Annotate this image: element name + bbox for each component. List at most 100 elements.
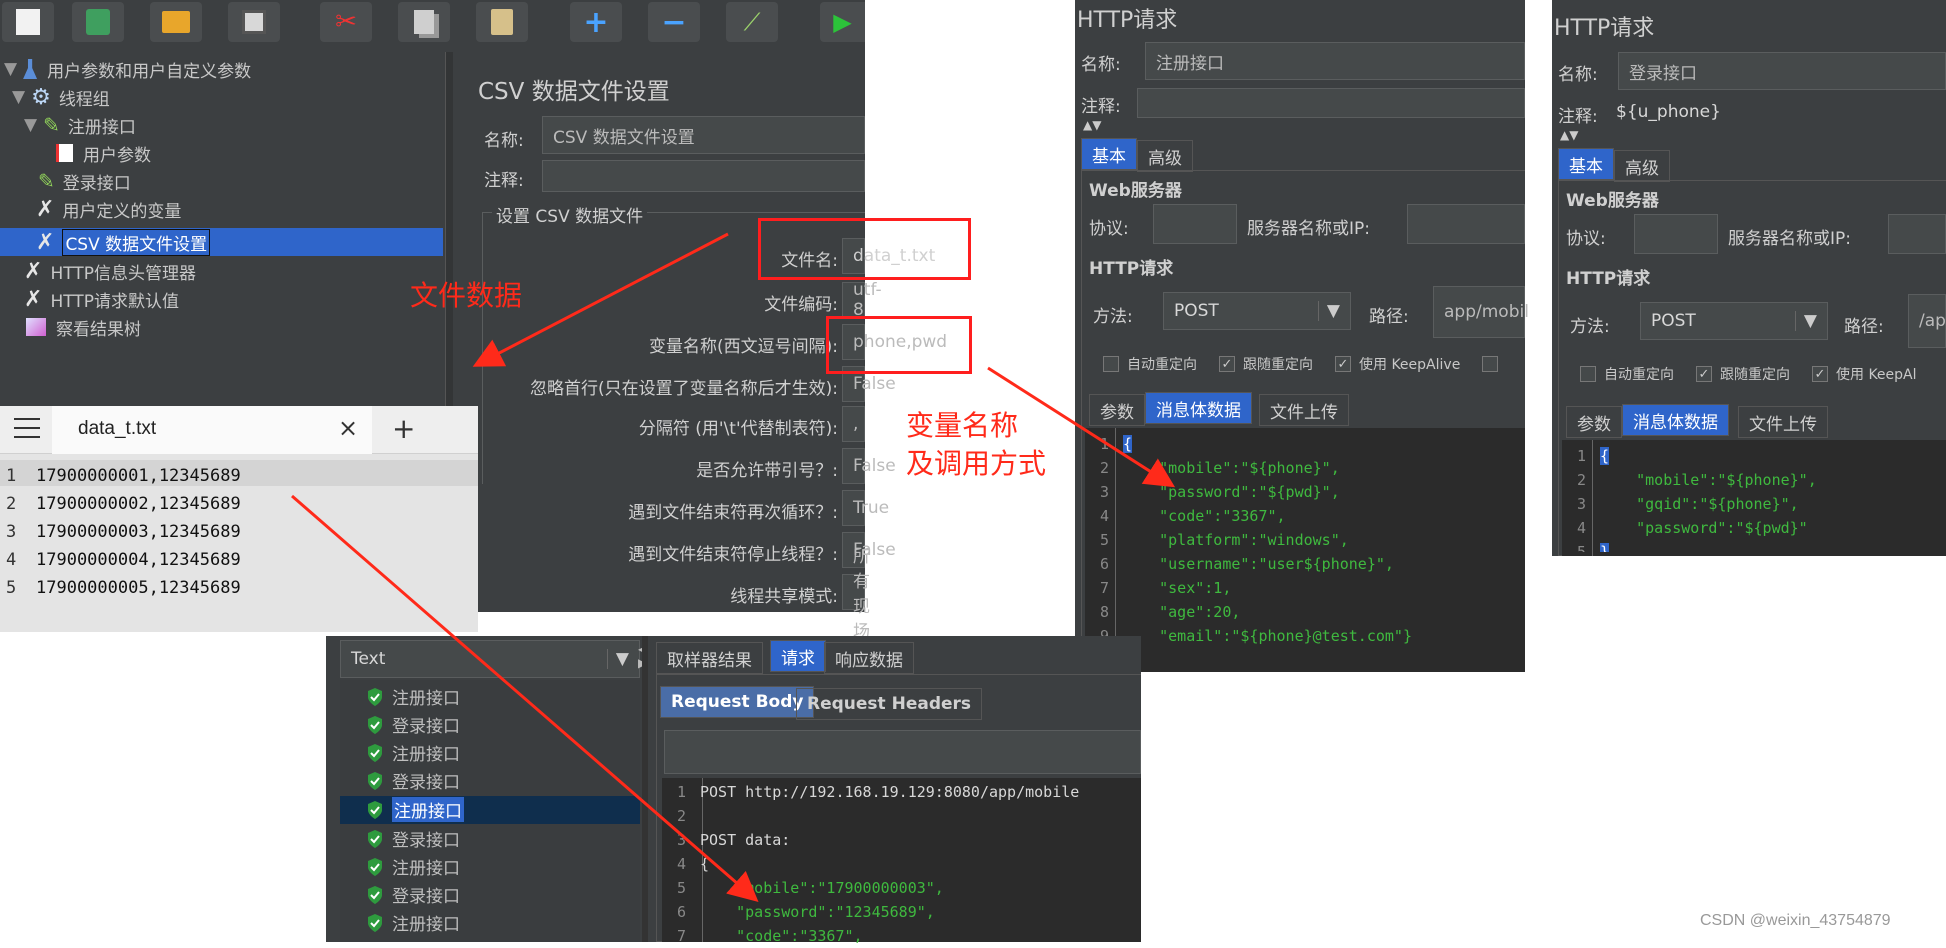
start-icon[interactable]: ▶ xyxy=(820,2,865,42)
result-item-selected[interactable]: 注册接口 xyxy=(366,797,464,822)
tab-request[interactable]: 请求 xyxy=(770,640,826,672)
collapse-arrows-icon[interactable]: ▲▼ xyxy=(1083,118,1101,132)
tree-item-csv[interactable]: ✗ CSV 数据文件设置 xyxy=(36,228,211,256)
tree-item-thread-group[interactable]: ▼ ⚙ 线程组 xyxy=(12,84,110,110)
result-item[interactable]: 登录接口 xyxy=(366,882,460,907)
quoted-field[interactable]: False xyxy=(842,448,896,484)
register-comment-field[interactable] xyxy=(1137,88,1525,118)
check-shield-icon xyxy=(366,885,384,905)
follow-redirect-checkbox[interactable]: ✓ xyxy=(1696,366,1712,382)
new-tab-icon[interactable]: + xyxy=(392,412,415,445)
collapse-arrows-icon[interactable]: ▲▼ xyxy=(1560,128,1578,142)
tree-item-user-vars[interactable]: ✗ 用户定义的变量 xyxy=(36,196,181,222)
sharing-field[interactable]: 所有现场 xyxy=(842,547,870,642)
toggle-icon[interactable]: ⟋ xyxy=(726,2,778,42)
login-tab-basic[interactable]: 基本 xyxy=(1558,148,1614,180)
row-label-varnames: 变量名称(西文逗号间隔): xyxy=(649,337,838,357)
register-body-tab-files[interactable]: 文件上传 xyxy=(1259,394,1349,426)
multipart-checkbox[interactable] xyxy=(1482,356,1499,372)
tree-item-test-plan[interactable]: ▼ 用户参数和用户自定义参数 xyxy=(4,56,251,82)
http-register-panel: HTTP请求 名称: 注册接口 注释: ▲▼ 基本 高级 Web服务器 协议: … xyxy=(1075,0,1529,672)
login-protocol-label: 协议: xyxy=(1566,229,1606,249)
keepalive-checkbox[interactable]: ✓ xyxy=(1335,356,1351,372)
register-server-label: 服务器名称或IP: xyxy=(1247,219,1370,239)
register-name-field[interactable]: 注册接口 xyxy=(1145,42,1525,80)
result-item[interactable]: 注册接口 xyxy=(366,740,460,765)
register-checks: 自动重定向 ✓ 跟随重定向 ✓ 使用 KeepAlive xyxy=(1103,354,1499,374)
expand-icon[interactable]: + xyxy=(570,2,622,42)
login-path-field[interactable]: /ap xyxy=(1908,294,1946,348)
new-icon[interactable] xyxy=(2,2,54,42)
results-divider[interactable] xyxy=(642,636,648,942)
check-shield-icon xyxy=(366,743,384,763)
templates-icon[interactable] xyxy=(72,2,124,42)
name-label: 名称: xyxy=(484,131,524,151)
login-method-select[interactable]: POST ▼ xyxy=(1640,302,1828,340)
subtab-request-body[interactable]: Request Body xyxy=(660,686,815,718)
login-body-tab-body[interactable]: 消息体数据 xyxy=(1622,404,1729,436)
cut-icon[interactable]: ✂ xyxy=(320,2,372,42)
comment-field[interactable] xyxy=(542,160,865,192)
keepalive-checkbox[interactable]: ✓ xyxy=(1812,366,1828,382)
subtab-request-headers[interactable]: Request Headers xyxy=(796,688,983,720)
delimiter-field[interactable]: , xyxy=(842,406,865,442)
auto-redirect-checkbox[interactable] xyxy=(1103,356,1119,372)
auto-redirect-checkbox[interactable] xyxy=(1580,366,1596,382)
save-icon[interactable] xyxy=(228,2,280,42)
login-name-field[interactable]: 登录接口 xyxy=(1618,52,1946,90)
row-label-recycle: 遇到文件结束符再次循环？: xyxy=(628,503,838,523)
row-label-delimiter: 分隔符 (用'\t'代替制表符): xyxy=(638,419,838,439)
login-server-field[interactable] xyxy=(1888,214,1946,254)
tree-item-header-manager[interactable]: ✗ HTTP信息头管理器 xyxy=(24,258,196,284)
open-icon[interactable] xyxy=(150,2,202,42)
request-search-bar[interactable] xyxy=(664,730,1141,774)
result-item[interactable]: 登录接口 xyxy=(366,826,460,851)
login-method-label: 方法: xyxy=(1570,317,1610,337)
register-protocol-field[interactable] xyxy=(1153,204,1237,244)
result-item[interactable]: 登录接口 xyxy=(366,712,460,737)
follow-redirect-checkbox[interactable]: ✓ xyxy=(1219,356,1235,372)
menu-icon[interactable] xyxy=(14,418,40,438)
tree-item-results-tree[interactable]: 察看结果树 xyxy=(26,314,141,340)
result-item[interactable]: 注册接口 xyxy=(366,684,460,709)
row-label-sharing: 线程共享模式: xyxy=(730,587,838,607)
name-field[interactable]: CSV 数据文件设置 xyxy=(542,116,865,154)
paste-icon[interactable] xyxy=(476,2,528,42)
register-comment-label: 注释: xyxy=(1081,97,1121,117)
register-path-field[interactable]: app/mobil xyxy=(1433,286,1529,338)
register-http-section: HTTP请求 xyxy=(1089,259,1174,279)
register-server-field[interactable] xyxy=(1407,204,1525,244)
renderer-select[interactable]: Text ▼ xyxy=(340,640,640,678)
register-tab-basic[interactable]: 基本 xyxy=(1081,138,1137,170)
result-item[interactable]: 注册接口 xyxy=(366,910,460,935)
tab-sampler-result[interactable]: 取样器结果 xyxy=(656,642,763,674)
tree-item-http-defaults[interactable]: ✗ HTTP请求默认值 xyxy=(24,286,179,312)
tree-item-register[interactable]: ▼ ✎ 注册接口 xyxy=(24,112,136,138)
login-body-tab-files[interactable]: 文件上传 xyxy=(1738,406,1828,438)
register-name-label: 名称: xyxy=(1081,55,1121,75)
close-icon[interactable]: × xyxy=(338,414,358,442)
login-tab-advanced[interactable]: 高级 xyxy=(1614,150,1670,182)
register-path-label: 路径: xyxy=(1369,307,1409,327)
login-body-tab-params[interactable]: 参数 xyxy=(1566,406,1622,438)
tree-item-login[interactable]: ✎ 登录接口 xyxy=(38,168,131,194)
tab-response-data[interactable]: 响应数据 xyxy=(824,642,914,674)
chevron-down-icon: ▼ xyxy=(606,649,629,669)
check-shield-icon xyxy=(366,800,384,820)
tree-item-user-params[interactable]: 用户参数 xyxy=(56,140,151,166)
login-protocol-field[interactable] xyxy=(1634,214,1718,254)
result-item[interactable]: 登录接口 xyxy=(366,768,460,793)
register-tab-advanced[interactable]: 高级 xyxy=(1137,140,1193,172)
result-item[interactable]: 注册接口 xyxy=(366,854,460,879)
collapse-icon[interactable]: − xyxy=(648,2,700,42)
row-label-quoted: 是否允许带引号？: xyxy=(696,461,838,481)
register-method-select[interactable]: POST ▼ xyxy=(1163,292,1351,330)
encoding-field[interactable]: utf-8 xyxy=(842,280,882,320)
login-comment-value[interactable]: ${u_phone} xyxy=(1616,102,1721,122)
recycle-field[interactable]: True xyxy=(842,490,889,526)
register-body-tab-params[interactable]: 参数 xyxy=(1089,394,1145,426)
register-body-tab-body[interactable]: 消息体数据 xyxy=(1145,392,1252,424)
copy-icon[interactable] xyxy=(398,2,450,42)
notepad-lines: 1 17900000001,12345689 2 17900000002,12345… xyxy=(6,466,241,598)
request-code: 1 POST http://192.168.19.129:8080/app/mob… xyxy=(676,783,1080,945)
